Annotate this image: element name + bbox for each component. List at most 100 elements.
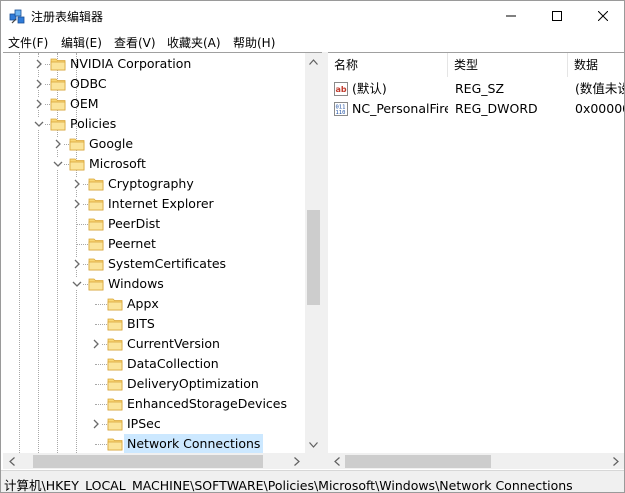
window-title: 注册表编辑器 [31, 10, 104, 24]
folder-icon [107, 298, 123, 311]
tree-node-label: SystemCertificates [108, 256, 227, 271]
folder-icon [88, 258, 104, 271]
value-type: REG_SZ [455, 81, 505, 96]
collapsed-chevron-icon[interactable] [34, 98, 44, 110]
tree-node-label: Internet Explorer [108, 196, 214, 211]
chevron-left-icon [8, 457, 15, 466]
folder-icon [107, 338, 123, 351]
tree-node-label: EnhancedStorageDevices [127, 396, 287, 411]
tree-node-label: Cryptography [108, 176, 194, 191]
menu-file[interactable]: 文件(F) [8, 34, 48, 51]
chevron-down-icon [309, 441, 318, 448]
collapsed-chevron-icon[interactable] [72, 198, 82, 210]
value-data: (数值未设置) [575, 81, 624, 96]
collapsed-chevron-icon[interactable] [53, 138, 63, 150]
registry-editor-window: 注册表编辑器 文件(F) 编辑(E) 查看(V) 收藏夹(A) 帮助(H) NV… [0, 0, 625, 493]
tree-vertical-scrollbar[interactable] [305, 53, 322, 453]
tree-node[interactable]: BITS [3, 314, 305, 334]
tree-node-label: DeliveryOptimization [127, 376, 259, 391]
list-item[interactable]: ab (默认) REG_SZ (数值未设置) [328, 79, 624, 99]
folder-icon [50, 78, 66, 91]
tree-connector [95, 404, 107, 405]
scroll-down-button[interactable] [305, 436, 322, 453]
tree-node[interactable]: Windows [3, 274, 305, 294]
column-name[interactable]: 名称 [328, 53, 448, 77]
expanded-chevron-icon[interactable] [53, 158, 63, 170]
tree-node[interactable]: DeliveryOptimization [3, 374, 305, 394]
tree-node[interactable]: SystemCertificates [3, 254, 305, 274]
close-icon [598, 11, 608, 21]
svg-text:110: 110 [336, 110, 346, 116]
tree-node[interactable]: NVIDIA Corporation [3, 54, 305, 74]
column-type[interactable]: 类型 [448, 53, 568, 77]
list-item[interactable]: 011 110 NC_PersonalFirewallConfig REG_DW… [328, 99, 624, 119]
tree-node[interactable]: Google [3, 134, 305, 154]
tree-node[interactable]: Cryptography [3, 174, 305, 194]
tree-node-label: NVIDIA Corporation [70, 56, 192, 71]
tree-node[interactable]: Policies [3, 114, 305, 134]
tree-node[interactable]: Network Connections [3, 434, 305, 454]
tree-node[interactable]: Internet Explorer [3, 194, 305, 214]
menu-help[interactable]: 帮助(H) [233, 34, 275, 51]
list-scroll-right-button[interactable] [607, 453, 624, 469]
tree-node[interactable]: OEM [3, 94, 305, 114]
tree-connector [76, 244, 88, 245]
minimize-button[interactable] [488, 1, 534, 31]
folder-icon [107, 318, 123, 331]
collapsed-chevron-icon[interactable] [91, 418, 101, 430]
folder-icon [69, 138, 85, 151]
folder-icon [50, 98, 66, 111]
tree-connector [95, 384, 107, 385]
maximize-icon [552, 11, 562, 21]
tree-hscroll-thumb[interactable] [33, 455, 263, 468]
collapsed-chevron-icon[interactable] [34, 58, 44, 70]
folder-icon [107, 438, 123, 451]
tree-node-label: Appx [127, 296, 159, 311]
tree-node-label: OEM [70, 96, 99, 111]
expanded-chevron-icon[interactable] [34, 118, 44, 130]
list-horizontal-scrollbar[interactable] [328, 453, 624, 469]
collapsed-chevron-icon[interactable] [91, 338, 101, 350]
tree-node[interactable]: Microsoft [3, 154, 305, 174]
column-data[interactable]: 数据 [568, 53, 624, 77]
title-bar[interactable]: 注册表编辑器 [1, 1, 624, 31]
tree-node[interactable]: DataCollection [3, 354, 305, 374]
tree-node-label: PeerDist [108, 216, 161, 231]
scroll-up-button[interactable] [305, 53, 322, 70]
tree-node[interactable]: Appx [3, 294, 305, 314]
tree-horizontal-scrollbar[interactable] [3, 453, 305, 469]
tree-node[interactable]: EnhancedStorageDevices [3, 394, 305, 414]
tree-node[interactable]: ODBC [3, 74, 305, 94]
tree-connector [76, 224, 88, 225]
menu-view[interactable]: 查看(V) [114, 34, 156, 51]
collapsed-chevron-icon[interactable] [72, 178, 82, 190]
status-path: 计算机\HKEY_LOCAL_MACHINE\SOFTWARE\Policies… [4, 478, 573, 493]
tree-node-label: CurrentVersion [127, 336, 220, 351]
collapsed-chevron-icon[interactable] [72, 258, 82, 270]
scroll-right-button[interactable] [288, 453, 305, 469]
key-tree-pane[interactable]: NVIDIA Corporation ODBC OEM Policies Google M… [3, 52, 322, 469]
chevron-right-icon [293, 457, 300, 466]
list-hscroll-thumb[interactable] [345, 455, 491, 468]
value-name: NC_PersonalFirewallConfig [352, 101, 448, 116]
value-list-pane[interactable]: 名称 类型 数据 ab (默认) REG_SZ (数值未设置) 011 110 … [328, 52, 624, 469]
maximize-button[interactable] [534, 1, 580, 31]
tree-node-label: DataCollection [127, 356, 219, 371]
menu-edit[interactable]: 编辑(E) [61, 34, 102, 51]
tree-node[interactable]: PeerDist [3, 214, 305, 234]
tree-node[interactable]: CurrentVersion [3, 334, 305, 354]
tree-scroll-thumb[interactable] [307, 210, 320, 305]
scroll-corner [305, 453, 322, 469]
list-scroll-left-button[interactable] [328, 453, 345, 469]
folder-icon [50, 58, 66, 71]
expanded-chevron-icon[interactable] [72, 278, 82, 290]
folder-icon [107, 378, 123, 391]
close-button[interactable] [580, 1, 624, 31]
scroll-left-button[interactable] [3, 453, 20, 469]
tree-node[interactable]: Peernet [3, 234, 305, 254]
menu-favorites[interactable]: 收藏夹(A) [167, 34, 221, 51]
folder-icon [88, 238, 104, 251]
tree-connector [95, 324, 107, 325]
tree-node[interactable]: IPSec [3, 414, 305, 434]
collapsed-chevron-icon[interactable] [34, 78, 44, 90]
